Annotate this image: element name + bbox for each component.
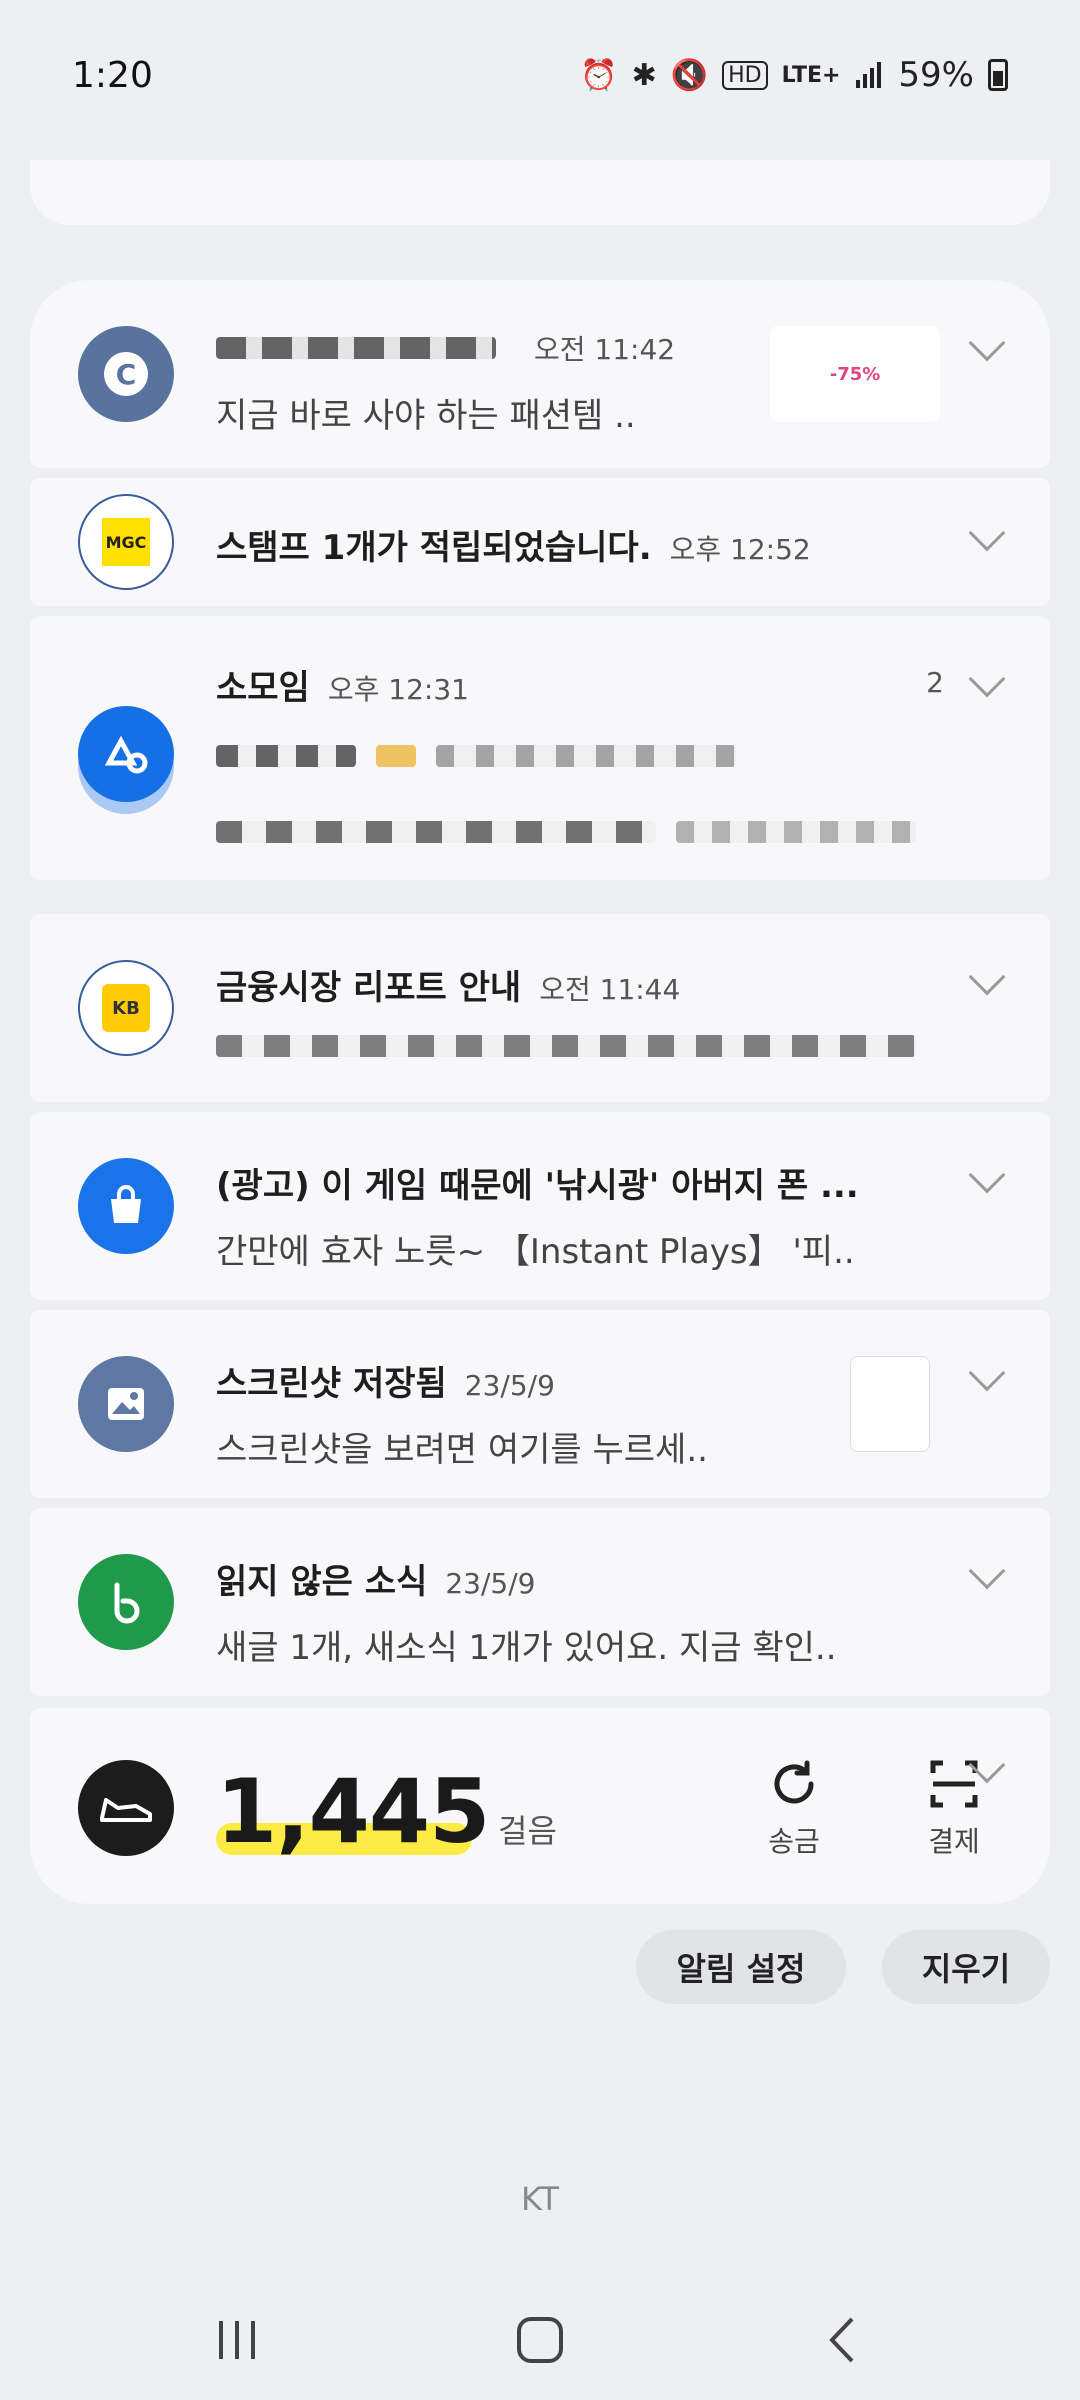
notification-title: (광고) 이 게임 때문에 '낚시광' 아버지 폰 ...	[216, 1166, 859, 1206]
battery-level: 59%	[898, 55, 974, 95]
notification-body: 스크린샷을 보려면 여기를 누르세..	[216, 1430, 708, 1470]
notification-body: 새글 1개, 새소식 1개가 있어요. 지금 확인..	[216, 1628, 837, 1668]
notification-body	[216, 736, 756, 776]
expand-chevron-icon[interactable]	[968, 1156, 1006, 1194]
mute-icon: 🔇	[670, 57, 709, 93]
notification-body-line2	[216, 812, 936, 852]
expand-chevron-icon[interactable]	[968, 660, 1006, 698]
svg-text:C: C	[116, 358, 137, 391]
carrier-label: KT	[520, 2180, 560, 2218]
notification-title: 스탬프 1개가 적립되었습니다. 오후 12:52	[216, 528, 811, 568]
expand-chevron-icon[interactable]	[968, 1552, 1006, 1590]
notification-item[interactable]: 읽지 않은 소식 23/5/9 새글 1개, 새소식 1개가 있어요. 지금 확인…	[30, 1508, 1050, 1696]
notification-item[interactable]: KB 금융시장 리포트 안내 오전 11:44	[30, 914, 1050, 1102]
notification-item[interactable]: MGC 스탬프 1개가 적립되었습니다. 오후 12:52	[30, 478, 1050, 606]
steps-value: 1,445	[216, 1760, 490, 1863]
expand-chevron-icon[interactable]	[968, 958, 1006, 996]
expand-chevron-icon[interactable]	[968, 1354, 1006, 1392]
expand-chevron-icon[interactable]	[968, 514, 1006, 552]
navigation-bar	[0, 2280, 1080, 2400]
notification-item[interactable]: C 오전 11:42 지금 바로 사야 하는 패션템 .. -75%	[30, 280, 1050, 468]
mgc-coffee-icon: MGC	[78, 494, 174, 590]
band-icon	[78, 1554, 174, 1650]
notification-item[interactable]: 스크린샷 저장됨 23/5/9 스크린샷을 보려면 여기를 누르세..	[30, 1310, 1050, 1498]
signal-icon	[856, 62, 882, 88]
c-logo-icon: C	[78, 326, 174, 422]
notification-count-badge: 2	[926, 666, 944, 699]
steps-widget[interactable]: 1,445 걸음 송금 결제	[30, 1708, 1050, 1904]
pay-label: 결제	[928, 1825, 980, 1858]
send-icon	[744, 1754, 844, 1814]
hd-voice-icon: HD	[722, 60, 768, 90]
somoim-icon	[78, 706, 174, 802]
back-button[interactable]	[802, 2310, 882, 2370]
clear-all-button[interactable]: 지우기	[882, 1930, 1050, 2004]
gallery-icon	[78, 1356, 174, 1452]
send-label: 송금	[768, 1825, 820, 1858]
home-button[interactable]	[500, 2310, 580, 2370]
notification-item[interactable]: 소모임 오후 12:31 2	[30, 616, 1050, 880]
notification-title: 오전 11:42	[216, 328, 675, 368]
steps-count: 1,445	[216, 1760, 490, 1863]
alarm-icon: ⏰	[580, 57, 618, 93]
steps-unit: 걸음	[498, 1812, 557, 1850]
expand-chevron-icon[interactable]	[968, 324, 1006, 362]
bluetooth-icon: ✱	[631, 57, 657, 93]
previous-notification-card[interactable]	[30, 160, 1050, 225]
status-bar: 1:20 ⏰ ✱ 🔇 HD LTE+ 59%	[0, 0, 1080, 150]
notification-item[interactable]: (광고) 이 게임 때문에 '낚시광' 아버지 폰 ... 간만에 효자 노릇~…	[30, 1112, 1050, 1300]
status-icons: ⏰ ✱ 🔇 HD LTE+ 59%	[580, 55, 1008, 95]
network-type: LTE+	[781, 62, 841, 88]
notification-title: 읽지 않은 소식 23/5/9	[216, 1562, 536, 1602]
notification-body: 간만에 효자 노릇~ 【Instant Plays】 '피..	[216, 1232, 855, 1272]
notification-body	[216, 1026, 936, 1066]
send-money-button[interactable]: 송금	[744, 1754, 844, 1860]
shoe-icon	[78, 1760, 174, 1856]
battery-icon	[988, 59, 1008, 91]
notification-title: 스크린샷 저장됨 23/5/9	[216, 1364, 555, 1404]
notification-body: 지금 바로 사야 하는 패션템 ..	[216, 396, 636, 436]
screenshot-thumbnail	[850, 1356, 930, 1452]
notification-settings-button[interactable]: 알림 설정	[636, 1930, 846, 2004]
notification-title: 금융시장 리포트 안내 오전 11:44	[216, 968, 681, 1008]
notification-title: 소모임 오후 12:31	[216, 668, 469, 708]
kb-securities-icon: KB	[78, 960, 174, 1056]
clock: 1:20	[72, 54, 153, 96]
notification-thumbnail: -75%	[770, 326, 940, 422]
recent-apps-button[interactable]	[198, 2310, 278, 2370]
shopping-bag-icon	[78, 1158, 174, 1254]
